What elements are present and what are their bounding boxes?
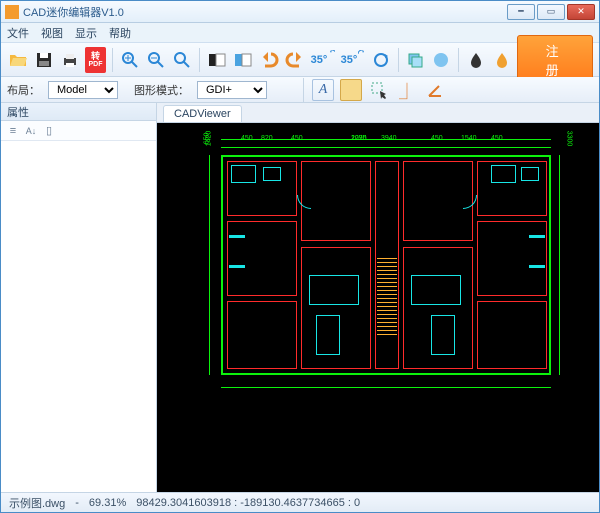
status-filename: 示例图.dwg <box>9 495 65 511</box>
floorplan-drawing: 3940 820 1270 1540 650 1420 3300 450 450 <box>201 135 571 395</box>
secondary-toolbar: 布局： Model 图形模式： GDI+ A ⏌ <box>1 77 599 103</box>
bw-mode-button[interactable] <box>206 47 228 73</box>
menu-file[interactable]: 文件 <box>7 25 29 41</box>
window-controls: ━ ▭ ✕ <box>507 4 595 20</box>
rotate-left-button[interactable]: 35° <box>310 47 336 73</box>
open-button[interactable] <box>7 47 29 73</box>
minimize-button[interactable]: ━ <box>507 4 535 20</box>
status-bar: 示例图.dwg - 69.31% 98429.3041603918 : -189… <box>1 492 599 512</box>
panel-collapse-icon[interactable]: ▯ <box>41 123 57 139</box>
zoom-out-button[interactable] <box>145 47 167 73</box>
panel-az-icon[interactable]: A↓ <box>23 123 39 139</box>
separator <box>303 78 304 102</box>
panel-controls: ≡ A↓ ▯ <box>1 121 156 141</box>
maximize-button[interactable]: ▭ <box>537 4 565 20</box>
separator <box>199 48 200 72</box>
app-window: CAD迷你编辑器V1.0 ━ ▭ ✕ 文件 视图 显示 帮助 转PDF 35° … <box>0 0 600 513</box>
main-toolbar: 转PDF 35° 35° 注 册 <box>1 43 599 77</box>
properties-panel: 属性 ≡ A↓ ▯ <box>1 103 157 492</box>
menu-view[interactable]: 视图 <box>41 25 63 41</box>
rotate-360-button[interactable] <box>370 47 392 73</box>
panel-header: 属性 <box>1 103 156 121</box>
stairs-icon <box>377 255 397 335</box>
print-button[interactable] <box>59 47 81 73</box>
text-tool-button[interactable]: A <box>312 79 334 101</box>
separator <box>112 48 113 72</box>
layers-button[interactable] <box>404 47 426 73</box>
export-pdf-button[interactable]: 转PDF <box>85 47 106 73</box>
status-zoom: 69.31% <box>89 497 126 509</box>
angle-tool-button[interactable] <box>424 79 446 101</box>
ortho-tool-button[interactable]: ⏌ <box>396 79 418 101</box>
viewer-tabs: CADViewer <box>157 103 599 123</box>
viewer-area: CADViewer 3940 820 1270 1540 650 1420 <box>157 103 599 492</box>
main-area: 属性 ≡ A↓ ▯ CADViewer 3940 820 <box>1 103 599 492</box>
panel-sort-icon[interactable]: ≡ <box>5 123 21 139</box>
separator <box>398 48 399 72</box>
app-icon <box>5 5 19 19</box>
save-button[interactable] <box>33 47 55 73</box>
menu-bar: 文件 视图 显示 帮助 <box>1 23 599 43</box>
status-sep: - <box>75 497 79 509</box>
rotate-right-button[interactable]: 35° <box>340 47 366 73</box>
water-color-button[interactable] <box>491 47 513 73</box>
menu-help[interactable]: 帮助 <box>109 25 131 41</box>
gmode-label: 图形模式： <box>134 82 189 98</box>
select-tool-button[interactable] <box>368 79 390 101</box>
water-dark-button[interactable] <box>465 47 487 73</box>
zoom-fit-button[interactable] <box>171 47 193 73</box>
layout-label: 布局： <box>7 82 40 98</box>
close-button[interactable]: ✕ <box>567 4 595 20</box>
zoom-in-button[interactable] <box>119 47 141 73</box>
window-title: CAD迷你编辑器V1.0 <box>23 4 507 20</box>
gmode-select[interactable]: GDI+ <box>197 81 267 99</box>
fill-circle-button[interactable] <box>430 47 452 73</box>
separator <box>458 48 459 72</box>
panel-body <box>1 141 156 492</box>
highlight-tool-button[interactable] <box>340 79 362 101</box>
redo-button[interactable] <box>284 47 306 73</box>
status-coords: 98429.3041603918 : -189130.4637734665 : … <box>136 497 360 509</box>
undo-button[interactable] <box>258 47 280 73</box>
drawing-canvas[interactable]: 3940 820 1270 1540 650 1420 3300 450 450 <box>157 123 599 492</box>
title-bar: CAD迷你编辑器V1.0 ━ ▭ ✕ <box>1 1 599 23</box>
tab-cadviewer[interactable]: CADViewer <box>163 105 242 122</box>
menu-display[interactable]: 显示 <box>75 25 97 41</box>
layout-select[interactable]: Model <box>48 81 118 99</box>
color-mode-button[interactable] <box>232 47 254 73</box>
